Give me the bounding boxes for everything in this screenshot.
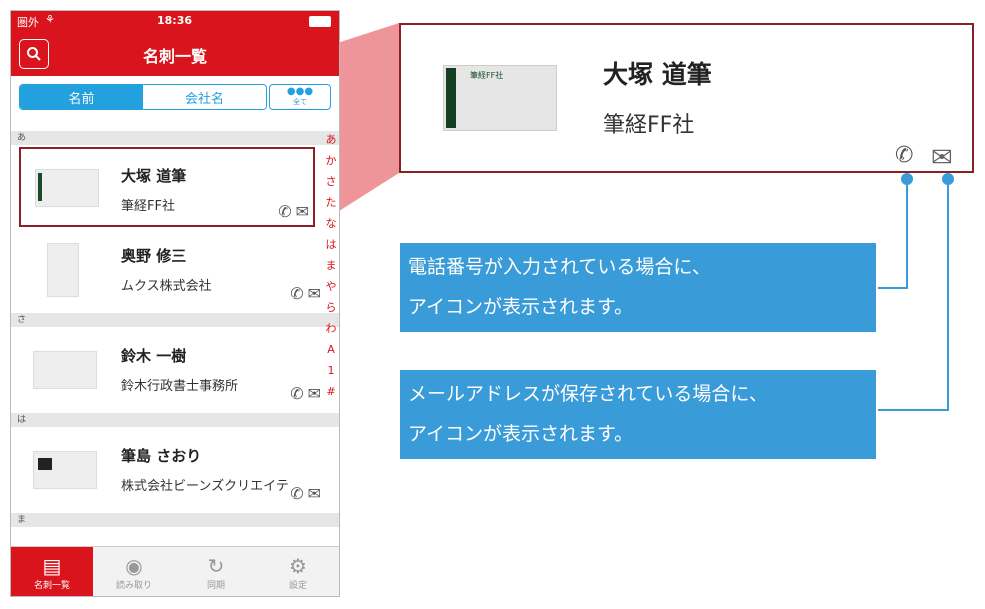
- tab-bar: ▤ 名刺一覧 ◉ 読み取り ↻ 同期 ⚙ 設定: [11, 546, 339, 596]
- sort-segment: 名前 会社名: [19, 84, 267, 110]
- all-groups-button[interactable]: ●●● 全て: [269, 84, 331, 110]
- segment-name[interactable]: 名前: [20, 85, 143, 109]
- battery-icon: [309, 16, 331, 27]
- phone-icon: ✆: [290, 284, 304, 303]
- index-entry[interactable]: #: [323, 381, 339, 402]
- section-header: あ: [11, 131, 339, 145]
- section-index[interactable]: あ か さ た な は ま や ら わ A 1 #: [323, 129, 339, 402]
- segment-company[interactable]: 会社名: [143, 85, 266, 109]
- phone-icon: ✆: [895, 143, 914, 168]
- phone-icon: ✆: [290, 384, 304, 403]
- index-entry[interactable]: わ: [323, 318, 339, 339]
- phone-icon: ✆: [290, 484, 304, 503]
- tab-label: 名刺一覧: [33, 580, 70, 591]
- sync-icon: ↻: [207, 553, 225, 578]
- card-thumbnail: [33, 351, 97, 389]
- wifi-icon: ⚘: [45, 13, 55, 26]
- index-entry[interactable]: ら: [323, 297, 339, 318]
- note-line: アイコンが表示されます。: [408, 423, 634, 445]
- tab-label: 読み取り: [115, 580, 152, 591]
- index-entry[interactable]: な: [323, 213, 339, 234]
- zoom-contact-name: 大塚 道筆: [603, 60, 712, 89]
- carrier-label: 圏外: [17, 16, 39, 29]
- contact-name: 鈴木 一樹: [121, 347, 187, 365]
- index-entry[interactable]: 1: [323, 360, 339, 381]
- card-thumbnail: [33, 451, 97, 489]
- mail-icon: ✉: [931, 143, 953, 173]
- mail-icon: ✉: [307, 484, 321, 503]
- list-item[interactable]: 大塚 道筆 筆経FF社 ✆ ✉: [19, 147, 315, 227]
- note-line: メールアドレスが保存されている場合に、: [408, 383, 768, 405]
- contact-name: 奥野 修三: [121, 247, 187, 265]
- nav-bar: 名刺一覧: [11, 31, 339, 76]
- tab-label: 設定: [288, 580, 307, 591]
- section-header: ま: [11, 513, 339, 527]
- tab-label: 同期: [206, 580, 225, 591]
- note-line: 電話番号が入力されている場合に、: [408, 256, 711, 278]
- index-entry[interactable]: は: [323, 234, 339, 255]
- zoom-callout: 筆経FF社 大塚 道筆 筆経FF社 ✆ ✉: [399, 23, 974, 173]
- tab-settings[interactable]: ⚙ 設定: [257, 547, 339, 596]
- card-thumbnail: [47, 243, 79, 297]
- gear-icon: ⚙: [289, 553, 307, 578]
- index-entry[interactable]: や: [323, 276, 339, 297]
- card-list-icon: ▤: [42, 553, 62, 578]
- card-thumbnail-large: 筆経FF社: [443, 65, 557, 131]
- index-entry[interactable]: か: [323, 150, 339, 171]
- index-entry[interactable]: さ: [323, 171, 339, 192]
- phone-icon: ✆: [278, 202, 292, 221]
- index-entry[interactable]: ま: [323, 255, 339, 276]
- section-header: は: [11, 413, 339, 427]
- phone-screen: 圏外 ⚘ 18:36 名刺一覧 名前 会社名 ●●● 全て あ 大塚 道筆 筆経…: [10, 10, 340, 597]
- tab-scan[interactable]: ◉ 読み取り: [93, 547, 175, 596]
- camera-icon: ◉: [125, 553, 143, 578]
- list-item[interactable]: 奥野 修三 ムクス株式会社 ✆ ✉: [11, 229, 321, 311]
- card-thumbnail: [35, 169, 99, 207]
- tab-card-list[interactable]: ▤ 名刺一覧: [11, 547, 93, 596]
- mail-note: メールアドレスが保存されている場合に、 アイコンが表示されます。: [400, 370, 876, 459]
- index-entry[interactable]: た: [323, 192, 339, 213]
- note-line: アイコンが表示されます。: [408, 296, 634, 318]
- page-title: 名刺一覧: [142, 47, 207, 66]
- list-item[interactable]: 鈴木 一樹 鈴木行政書士事務所 ✆ ✉: [11, 329, 321, 411]
- mail-icon: ✉: [295, 202, 309, 221]
- list-item[interactable]: 筆島 さおり 株式会社ビーンズクリエイテ ✆ ✉: [11, 429, 321, 511]
- all-label: 全て: [293, 98, 307, 106]
- tab-sync[interactable]: ↻ 同期: [175, 547, 257, 596]
- card-logo-text: 筆経FF社: [470, 71, 504, 80]
- index-entry[interactable]: あ: [323, 129, 339, 150]
- contact-name: 筆島 さおり: [121, 447, 202, 465]
- contact-name: 大塚 道筆: [121, 167, 187, 185]
- mail-icon: ✉: [307, 284, 321, 303]
- zoom-contact-company: 筆経FF社: [603, 113, 695, 138]
- group-icon: ●●●: [286, 86, 314, 97]
- mail-icon: ✉: [307, 384, 321, 403]
- status-time: 18:36: [157, 14, 193, 27]
- index-entry[interactable]: A: [323, 339, 339, 360]
- status-bar: 圏外 ⚘ 18:36: [11, 11, 339, 31]
- section-header: さ: [11, 313, 339, 327]
- phone-note: 電話番号が入力されている場合に、 アイコンが表示されます。: [400, 243, 876, 332]
